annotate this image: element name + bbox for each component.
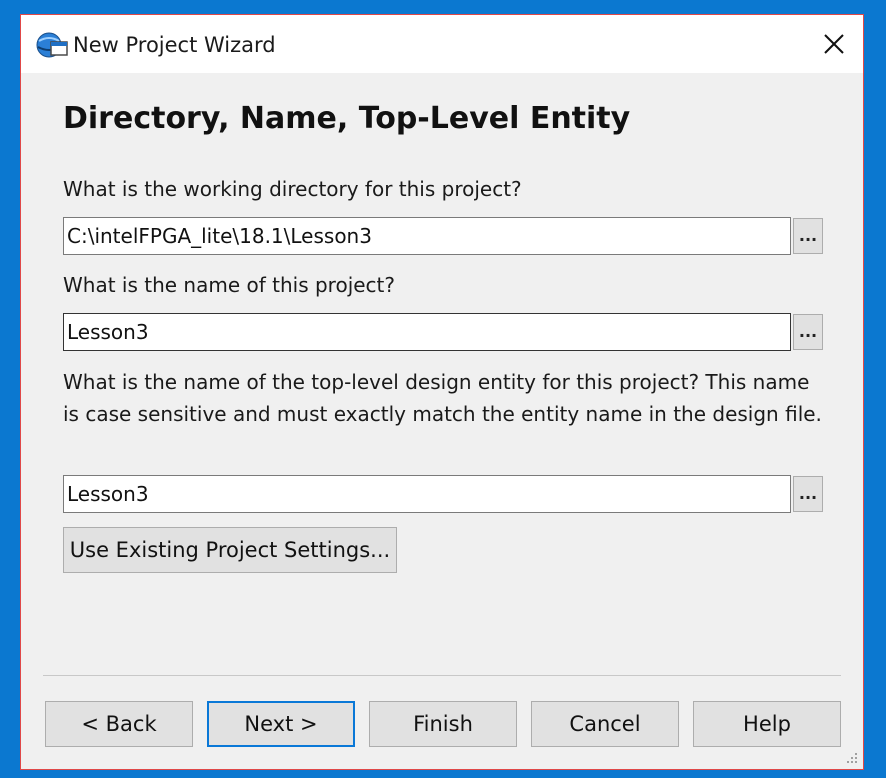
directory-input[interactable] [63,217,791,255]
use-existing-settings-button[interactable]: Use Existing Project Settings... [63,527,397,573]
next-button[interactable]: Next > [207,701,355,747]
top-entity-browse-button[interactable]: ... [793,476,823,512]
footer-separator [43,675,841,676]
directory-label: What is the working directory for this p… [63,177,522,201]
cancel-button[interactable]: Cancel [531,701,679,747]
directory-browse-button[interactable]: ... [793,218,823,254]
close-icon[interactable] [819,29,849,59]
top-entity-label: What is the name of the top-level design… [63,370,822,426]
project-name-input[interactable] [63,313,791,351]
back-button[interactable]: < Back [45,701,193,747]
title-bar[interactable]: New Project Wizard [21,15,863,73]
finish-button[interactable]: Finish [369,701,517,747]
window-title: New Project Wizard [73,33,276,57]
page-heading: Directory, Name, Top-Level Entity [63,101,631,136]
help-button[interactable]: Help [693,701,841,747]
project-name-label: What is the name of this project? [63,273,396,297]
quartus-globe-icon [36,32,68,58]
wizard-window: New Project Wizard Directory, Name, Top-… [20,14,864,770]
project-name-browse-button[interactable]: ... [793,314,823,350]
resize-grip-icon[interactable] [847,753,859,765]
top-entity-input[interactable] [63,475,791,513]
